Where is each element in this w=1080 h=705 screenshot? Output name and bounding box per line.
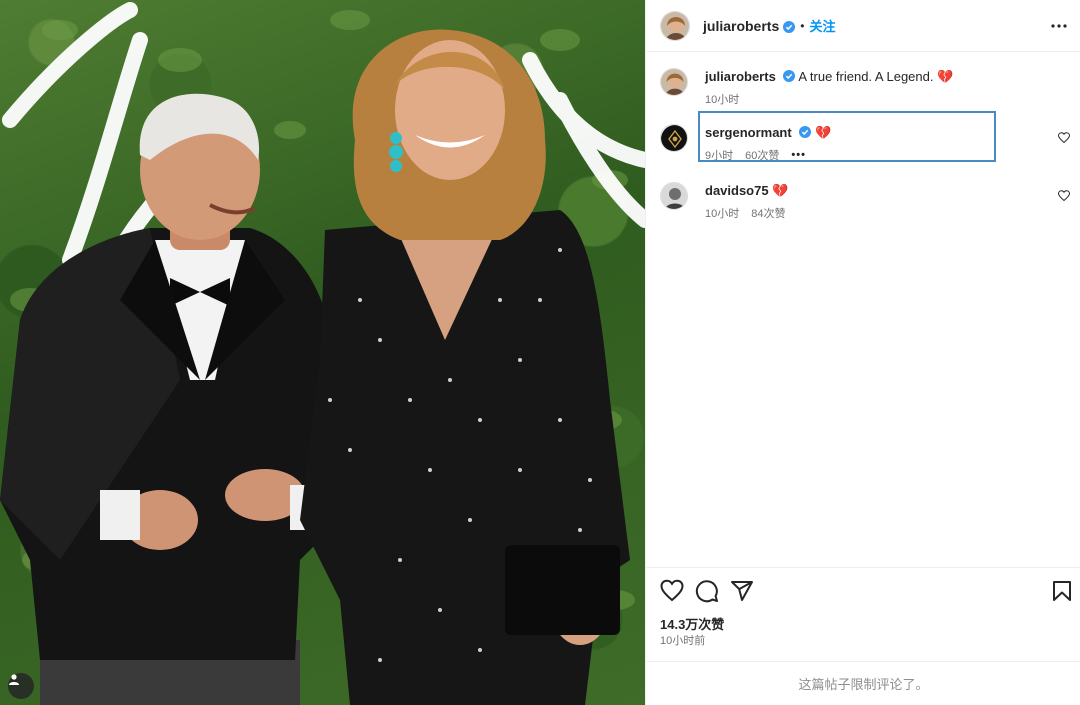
- comment-more-icon[interactable]: •••: [791, 149, 806, 161]
- comments-list: juliaroberts A true friend. A Legend. 💔 …: [646, 52, 1080, 567]
- broken-heart-emoji: 💔: [772, 183, 789, 198]
- comment-time[interactable]: 9小时: [705, 147, 733, 163]
- post-header: juliaroberts • 关注: [646, 0, 1080, 52]
- verified-badge-icon: [783, 20, 796, 33]
- caption-time[interactable]: 10小时: [705, 91, 739, 107]
- comments-limited-notice: 这篇帖子限制评论了。: [646, 661, 1080, 705]
- commenter-avatar[interactable]: [660, 182, 688, 210]
- caption-item: juliaroberts A true friend. A Legend. 💔 …: [660, 68, 1070, 108]
- follow-button[interactable]: 关注: [809, 16, 835, 35]
- post-sidebar: juliaroberts • 关注 juliaroberts A true fr…: [645, 0, 1080, 705]
- photo-illustration: [0, 2, 645, 705]
- post-time[interactable]: 10小时前: [660, 632, 705, 648]
- bookmark-icon[interactable]: [1050, 579, 1074, 603]
- comment-like-heart-icon[interactable]: [1058, 190, 1070, 202]
- comment-icon[interactable]: [695, 579, 719, 603]
- comment-item: sergenormant 💔 9小时 60次赞 •••: [660, 124, 1070, 164]
- verified-badge-icon: [783, 69, 796, 82]
- share-icon[interactable]: [730, 579, 754, 603]
- commenter-username[interactable]: davidso75: [705, 183, 769, 198]
- caption-avatar[interactable]: [660, 68, 688, 96]
- verified-badge-icon: [799, 125, 812, 138]
- tagged-users-icon[interactable]: [8, 673, 34, 699]
- post-actions: 14.3万次赞 10小时前: [646, 567, 1080, 661]
- broken-heart-emoji: 💔: [937, 69, 954, 84]
- author-username[interactable]: juliaroberts: [703, 18, 779, 34]
- more-options-icon[interactable]: [1049, 16, 1069, 36]
- heart-icon[interactable]: [660, 579, 684, 603]
- comment-likes[interactable]: 60次赞: [745, 147, 779, 163]
- author-avatar[interactable]: [660, 10, 690, 41]
- header-separator: •: [800, 18, 805, 33]
- comment-like-heart-icon[interactable]: [1058, 132, 1070, 144]
- broken-heart-emoji: 💔: [814, 125, 832, 140]
- comment-time[interactable]: 10小时: [705, 205, 739, 221]
- comment-likes[interactable]: 84次赞: [751, 205, 785, 221]
- commenter-username[interactable]: sergenormant: [705, 125, 792, 140]
- commenter-avatar[interactable]: [660, 124, 688, 152]
- comments-limited-text: 这篇帖子限制评论了。: [798, 677, 929, 692]
- post-photo: [0, 0, 645, 705]
- comment-item: davidso75 💔 10小时 84次赞: [660, 182, 1070, 222]
- likes-count[interactable]: 14.3万次赞: [660, 614, 724, 633]
- caption-username[interactable]: juliaroberts: [705, 69, 776, 84]
- caption-text: A true friend. A Legend.: [798, 69, 934, 84]
